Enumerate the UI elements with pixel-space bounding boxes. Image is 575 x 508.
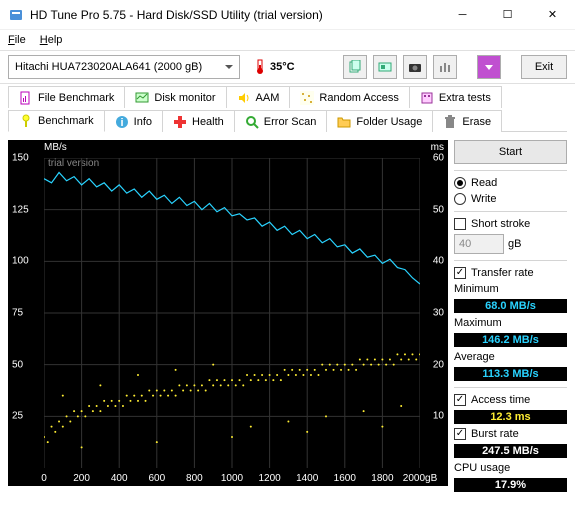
burst-rate-value: 247.5 MB/s	[454, 445, 567, 457]
maximize-button[interactable]: ☐	[485, 0, 530, 30]
screenshot-button[interactable]	[373, 55, 397, 79]
save-button[interactable]	[477, 55, 501, 79]
tab-erase[interactable]: Erase	[432, 110, 502, 132]
average-value: 113.3 MB/s	[454, 368, 567, 380]
drive-select[interactable]: Hitachi HUA723020ALA641 (2000 gB)	[8, 55, 240, 79]
tabs-row-2: Benchmark iInfo Health Error Scan Folder…	[0, 108, 575, 132]
transfer-rate-check[interactable]: ✓Transfer rate	[454, 267, 567, 279]
y1-axis-label: MB/s	[44, 142, 67, 153]
menu-file[interactable]: File	[8, 34, 26, 46]
minimize-button[interactable]: ─	[440, 0, 485, 30]
read-radio[interactable]: Read	[454, 177, 567, 189]
maximum-label: Maximum	[454, 317, 567, 329]
access-time-check[interactable]: ✓Access time	[454, 394, 567, 406]
exit-button[interactable]: Exit	[521, 55, 567, 79]
copy-info-button[interactable]	[343, 55, 367, 79]
burst-rate-check[interactable]: ✓Burst rate	[454, 428, 567, 440]
titlebar: HD Tune Pro 5.75 - Hard Disk/SSD Utility…	[0, 0, 575, 30]
start-button[interactable]: Start	[454, 140, 567, 164]
tab-folder-usage[interactable]: Folder Usage	[326, 110, 433, 132]
tab-health[interactable]: Health	[162, 110, 235, 132]
sidebar: Start Read Write Short stroke 40gB ✓Tran…	[454, 140, 567, 492]
average-label: Average	[454, 351, 567, 363]
chart-plot-area	[44, 158, 420, 468]
tab-benchmark[interactable]: Benchmark	[8, 110, 105, 132]
tab-info[interactable]: iInfo	[104, 110, 163, 132]
short-stroke-check[interactable]: Short stroke	[454, 218, 567, 230]
benchmark-chart: MB/s ms trial version 255075100125150102…	[8, 140, 448, 486]
tab-aam[interactable]: AAM	[226, 86, 291, 108]
cpu-usage-label: CPU usage	[454, 462, 567, 474]
cpu-usage-value: 17.9%	[454, 479, 567, 491]
camera-button[interactable]	[403, 55, 427, 79]
toolbar: Hitachi HUA723020ALA641 (2000 gB) 35°C E…	[0, 50, 575, 84]
window-title: HD Tune Pro 5.75 - Hard Disk/SSD Utility…	[30, 8, 440, 22]
tab-extra-tests[interactable]: Extra tests	[409, 86, 502, 108]
y2-axis-label: ms	[431, 142, 444, 153]
minimum-value: 68.0 MB/s	[454, 300, 567, 312]
thermometer-icon	[254, 59, 266, 75]
tabs-row-1: File Benchmark Disk monitor AAM Random A…	[0, 84, 575, 108]
tab-disk-monitor[interactable]: Disk monitor	[124, 86, 226, 108]
svg-text:i: i	[120, 117, 123, 129]
menubar: File Help	[0, 30, 575, 50]
close-button[interactable]: ✕	[530, 0, 575, 30]
temperature: 35°C	[254, 59, 295, 75]
minimum-label: Minimum	[454, 283, 567, 295]
maximum-value: 146.2 MB/s	[454, 334, 567, 346]
tab-error-scan[interactable]: Error Scan	[234, 110, 328, 132]
app-icon	[8, 7, 24, 23]
tab-file-benchmark[interactable]: File Benchmark	[8, 86, 125, 108]
settings-button[interactable]	[433, 55, 457, 79]
write-radio[interactable]: Write	[454, 193, 567, 205]
tab-random-access[interactable]: Random Access	[289, 86, 409, 108]
short-stroke-value[interactable]: 40	[454, 234, 504, 254]
access-time-value: 12.3 ms	[454, 411, 567, 423]
menu-help[interactable]: Help	[40, 34, 63, 46]
